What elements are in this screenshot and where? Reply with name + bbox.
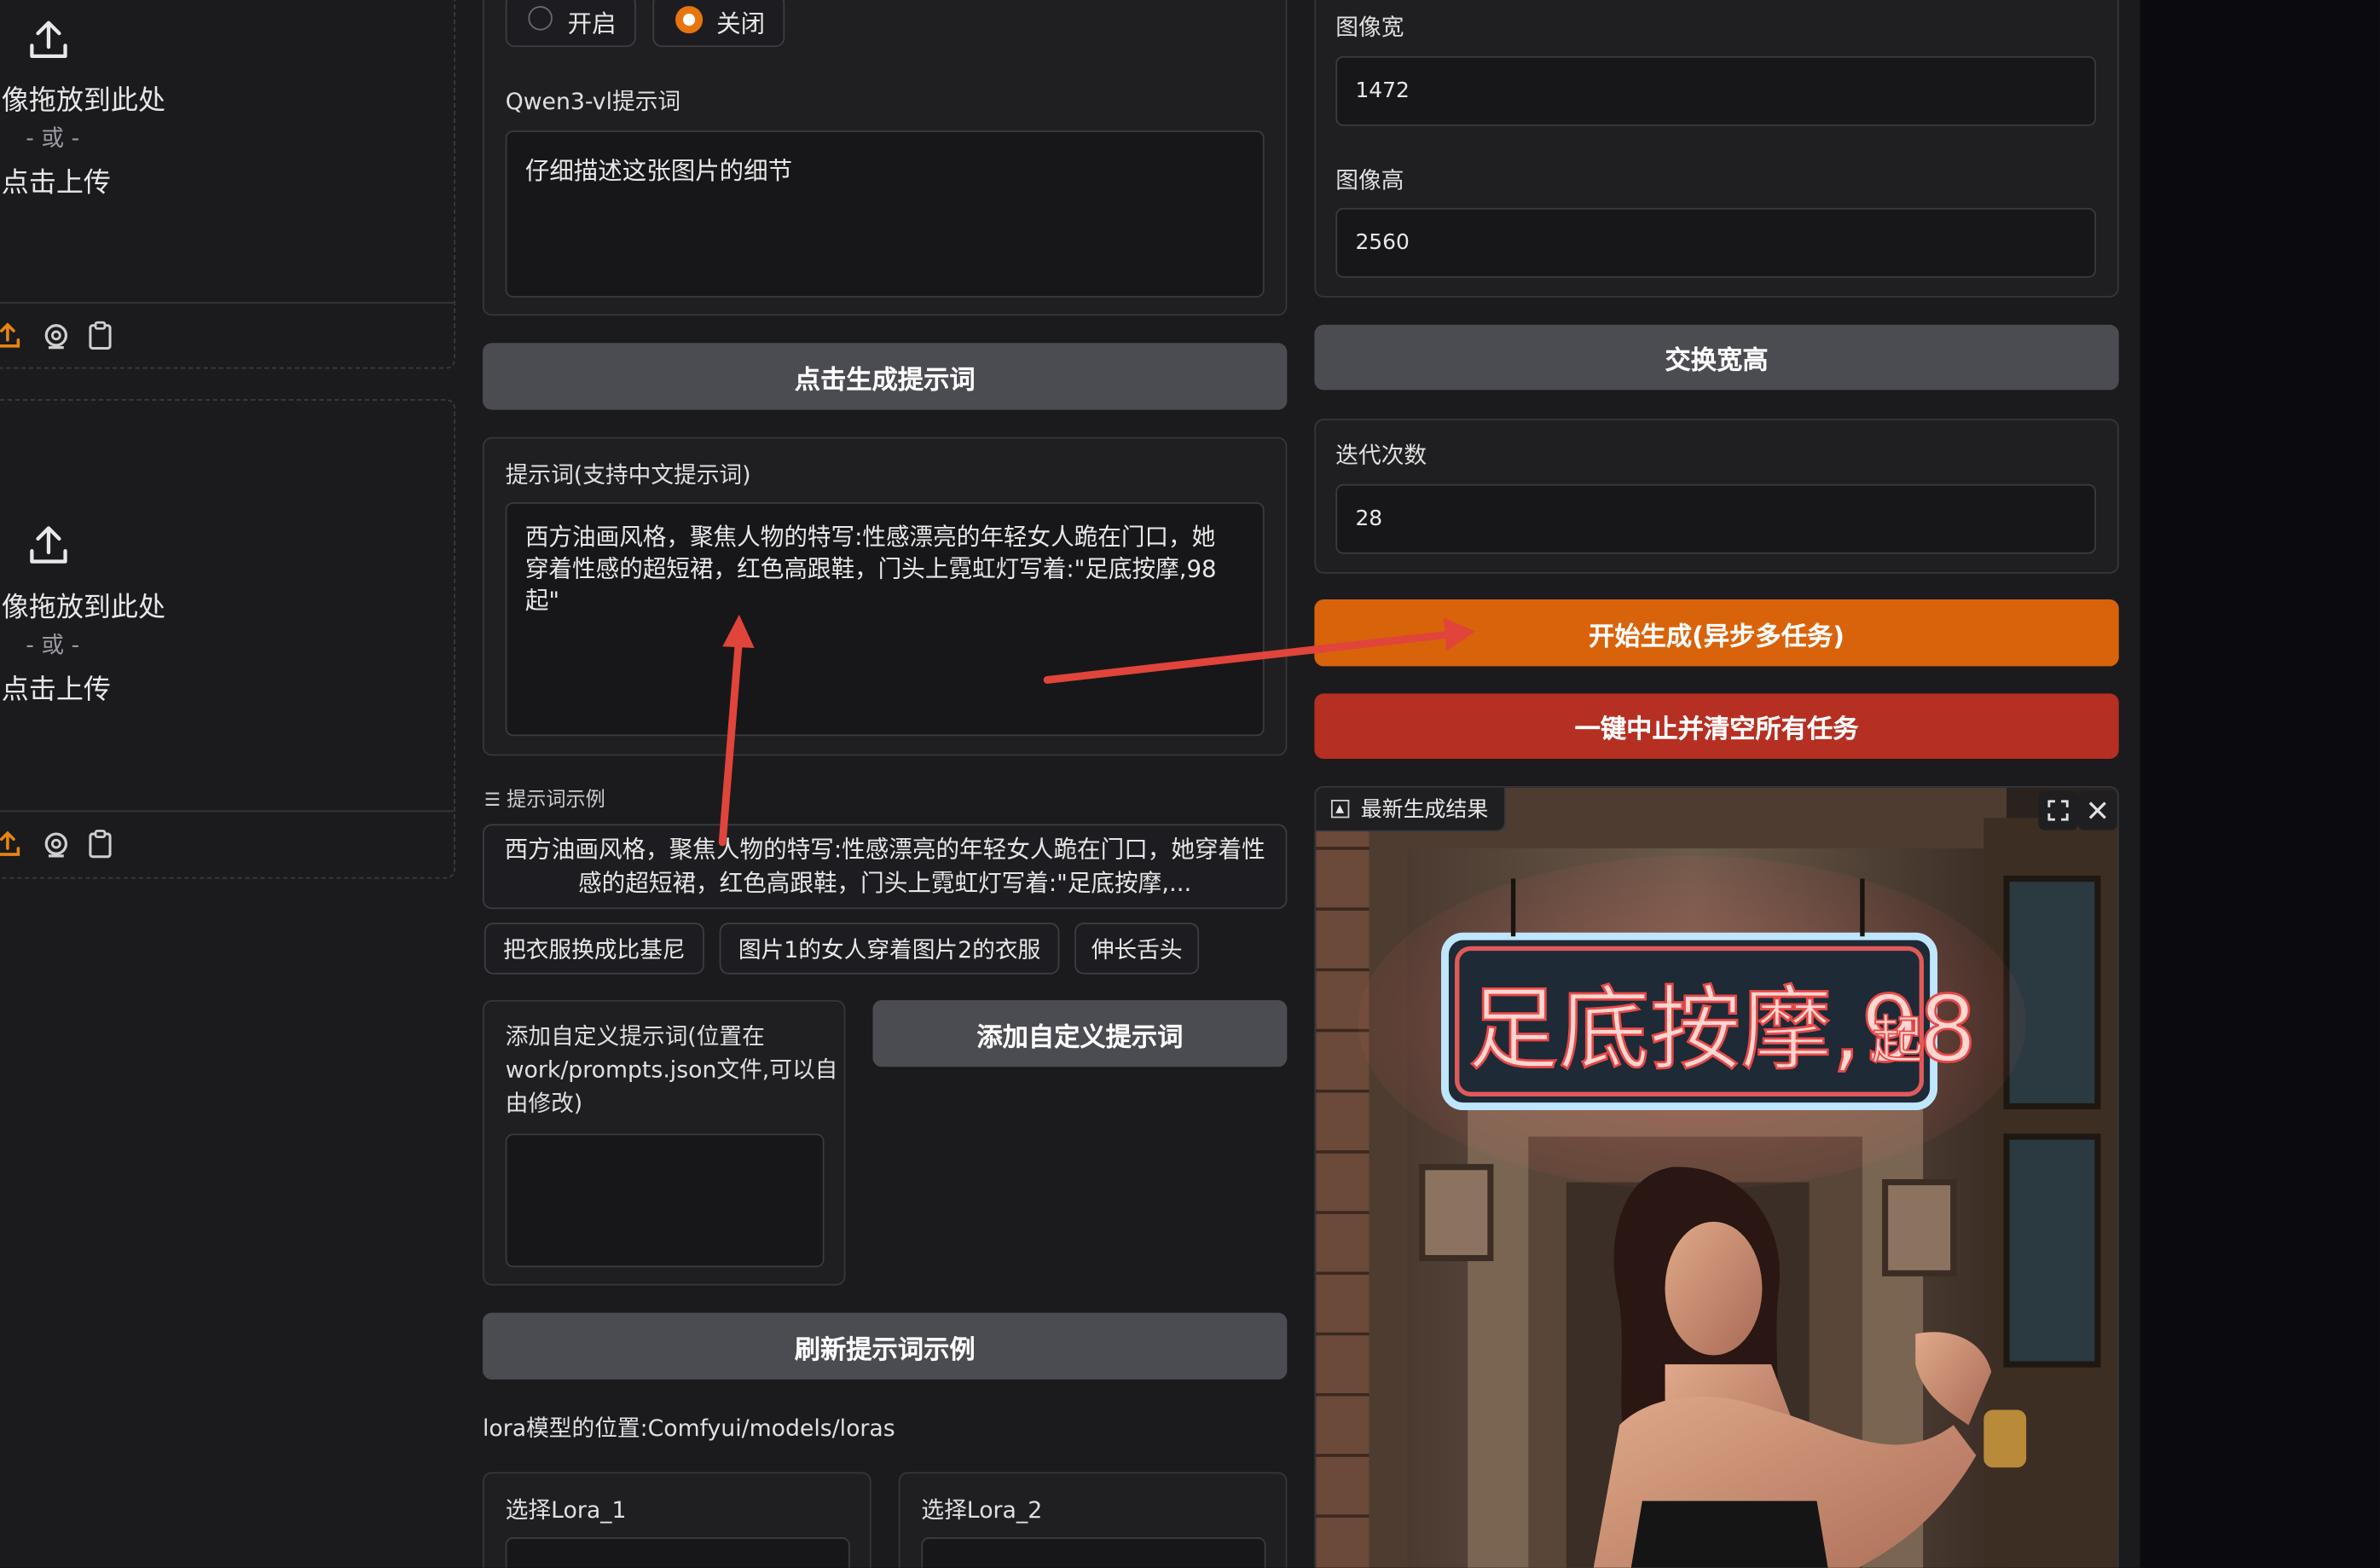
- qwen-toggle-on[interactable]: 开启: [505, 0, 636, 48]
- clipboard-icon[interactable]: [86, 829, 113, 859]
- webcam-icon[interactable]: [41, 830, 72, 861]
- generate-prompt-button[interactable]: 点击生成提示词: [483, 343, 1288, 410]
- fullscreen-button[interactable]: [2038, 790, 2078, 830]
- refresh-examples-button[interactable]: 刷新提示词示例: [483, 1312, 1288, 1380]
- toggle-on-label: 开启: [567, 9, 617, 38]
- upload-drop-text: 像拖放到此处: [1, 84, 166, 118]
- image-icon: ▴: [1330, 800, 1349, 819]
- upload-click-text[interactable]: 点击上传: [2, 161, 111, 200]
- close-result-button[interactable]: [2077, 790, 2117, 830]
- upload-drop-text: 像拖放到此处: [1, 592, 166, 624]
- upload-source-icon[interactable]: [0, 829, 23, 859]
- example-chip-bikini[interactable]: 把衣服换成比基尼: [484, 923, 704, 975]
- stop-all-button[interactable]: 一键中止并清空所有任务: [1314, 693, 2119, 759]
- image-height-input[interactable]: 2560: [1335, 207, 2097, 278]
- examples-header-text: 提示词示例: [507, 789, 605, 813]
- app-page: 像拖放到此处 - 或 - 点击上传 像拖放到此处 - 或 - 点击上传 开启 关…: [0, 0, 2380, 1568]
- upload-or-text: - 或 -: [26, 124, 80, 152]
- prompt-line-3: 起": [524, 587, 560, 615]
- qwen-prompt-textarea[interactable]: 仔细描述这张图片的细节: [505, 130, 1265, 298]
- start-generate-button[interactable]: 开始生成(异步多任务): [1314, 599, 2119, 667]
- steps-input[interactable]: 28: [1335, 483, 2097, 554]
- image-upload-1[interactable]: 像拖放到此处 - 或 - 点击上传: [0, 0, 455, 369]
- example-chip-clothes[interactable]: 图片1的女人穿着图片2的衣服: [719, 923, 1060, 975]
- custom-label-line-3: 由修改): [505, 1089, 583, 1118]
- upload-source-icon[interactable]: [0, 321, 23, 351]
- custom-label-line-1: 添加自定义提示词(位置在: [505, 1022, 765, 1050]
- swap-size-button[interactable]: 交换宽高: [1314, 324, 2119, 391]
- prompt-textarea[interactable]: 西方油画风格，聚焦人物的特写:性感漂亮的年轻女人跪在门口，她 穿着性感的超短裙，…: [505, 502, 1265, 737]
- lora2-select[interactable]: [921, 1537, 1266, 1568]
- radio-unchecked: [528, 6, 553, 31]
- custom-prompt-label: 添加自定义提示词(位置在 work/prompts.json文件,可以自 由修改…: [506, 1020, 838, 1120]
- radio-checked: [675, 6, 704, 34]
- neon-sign-suffix: 起: [1872, 1011, 1924, 1071]
- qwen-prompt-label: Qwen3-vl提示词: [505, 88, 681, 116]
- generated-image[interactable]: 足底按摩,98 起: [1316, 787, 2119, 1568]
- prompt-label: 提示词(支持中文提示词): [505, 461, 751, 489]
- toggle-off-label: 关闭: [716, 9, 766, 38]
- upload-icon: [30, 526, 67, 564]
- example-line-2: 感的超短裙，红色高跟鞋，门头上霓虹灯写着:"足底按摩,...: [578, 869, 1192, 897]
- result-panel: 足底按摩,98 起 ▴ 最新生成结果: [1314, 785, 2119, 1568]
- lora2-label: 选择Lora_2: [921, 1496, 1043, 1525]
- lora-location-text: lora模型的位置:Comfyui/models/loras: [483, 1414, 895, 1442]
- examples-header: ☰ 提示词示例: [484, 783, 605, 813]
- upload-click-text[interactable]: 点击上传: [2, 668, 111, 707]
- upload-icon: [30, 20, 67, 58]
- add-custom-prompt-button[interactable]: 添加自定义提示词: [872, 999, 1288, 1068]
- image-width-input[interactable]: 1472: [1335, 55, 2097, 126]
- custom-label-line-2: work/prompts.json文件,可以自: [505, 1056, 838, 1084]
- qwen-toggle-off[interactable]: 关闭: [652, 0, 785, 48]
- webcam-icon[interactable]: [41, 321, 72, 352]
- example-line-1: 西方油画风格，聚焦人物的特写:性感漂亮的年轻女人跪在门口，她穿着性: [504, 836, 1265, 864]
- upload-or-text: - 或 -: [26, 631, 80, 659]
- prompt-line-2: 穿着性感的超短裙，红色高跟鞋，门头上霓虹灯写着:"足底按摩,98: [524, 555, 1217, 583]
- list-icon: ☰: [484, 789, 501, 811]
- custom-prompt-textarea[interactable]: [505, 1133, 825, 1268]
- result-label-text: 最新生成结果: [1360, 798, 1489, 823]
- steps-label: 迭代次数: [1335, 441, 1427, 469]
- fullscreen-icon: [2047, 800, 2069, 821]
- example-chip-tongue[interactable]: 伸长舌头: [1074, 923, 1200, 975]
- image-height-label: 图像高: [1335, 166, 1404, 194]
- result-label: ▴ 最新生成结果: [1316, 787, 1505, 832]
- image-width-label: 图像宽: [1335, 14, 1404, 42]
- example-chip-long[interactable]: 西方油画风格，聚焦人物的特写:性感漂亮的年轻女人跪在门口，她穿着性 感的超短裙，…: [483, 824, 1288, 910]
- right-blank-area: [2140, 0, 2380, 1568]
- lora1-select[interactable]: [505, 1537, 850, 1568]
- image-upload-2[interactable]: 像拖放到此处 - 或 - 点击上传: [0, 399, 455, 879]
- lora1-label: 选择Lora_1: [505, 1496, 627, 1525]
- close-icon: [2088, 801, 2106, 819]
- prompt-line-1: 西方油画风格，聚焦人物的特写:性感漂亮的年轻女人跪在门口，她: [524, 524, 1216, 552]
- clipboard-icon[interactable]: [86, 321, 113, 351]
